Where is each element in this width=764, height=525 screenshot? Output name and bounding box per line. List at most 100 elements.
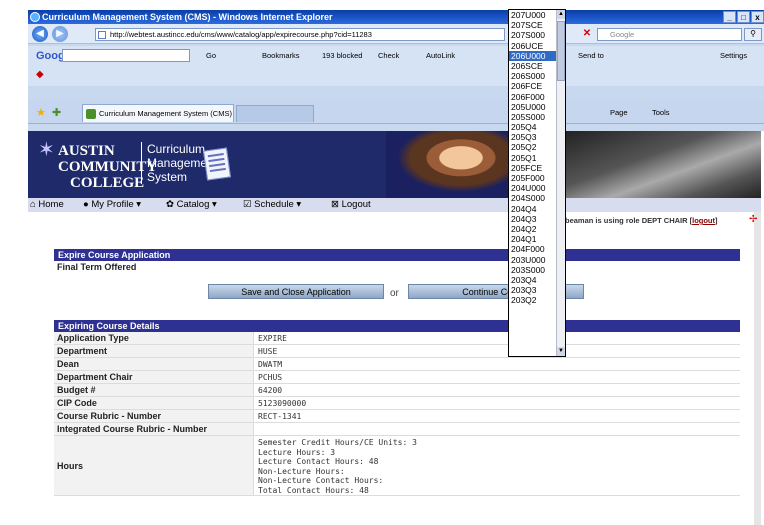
page-scrollbar[interactable]	[754, 212, 761, 525]
hours-line: Lecture Hours: 3	[258, 447, 336, 457]
detail-row: Department HUSE	[54, 345, 740, 358]
stop-icon[interactable]: ✕	[580, 28, 594, 41]
role-status: beaman is using role DEPT CHAIR [logout]	[565, 216, 718, 225]
search-input[interactable]: Google	[597, 28, 742, 41]
site-favicon-icon	[86, 109, 96, 119]
ie-icon	[30, 12, 40, 22]
final-term-dropdown[interactable]: 207U000 207SCE 207S000 206UCE 206U000 206SCE 2…	[508, 9, 566, 357]
settings-button[interactable]: Settings	[720, 46, 747, 66]
role-logout-link[interactable]: logout	[692, 216, 715, 225]
detail-label: Course Rubric - Number	[54, 410, 254, 422]
term-option[interactable]: 206F000	[509, 92, 557, 102]
autolink-button[interactable]: AutoLink	[426, 46, 455, 66]
term-option[interactable]: 204Q3	[509, 214, 557, 224]
detail-value: 5123090000	[258, 399, 307, 408]
term-option[interactable]: 205FCE	[509, 163, 557, 173]
addon-icon[interactable]: ◆	[36, 69, 44, 80]
detail-label: Integrated Course Rubric - Number	[54, 423, 254, 435]
menu-catalog[interactable]: ✿ Catalog ▾	[166, 198, 217, 212]
menu-schedule[interactable]: ☑ Schedule ▾	[243, 198, 301, 212]
term-option[interactable]: 207SCE	[509, 20, 557, 30]
detail-row: Budget # 64200	[54, 384, 740, 397]
page-menu-button[interactable]: Page	[610, 104, 628, 122]
term-option[interactable]: 204U000	[509, 183, 557, 193]
term-option[interactable]: 206SCE	[509, 61, 557, 71]
spellcheck-button[interactable]: Check	[378, 46, 399, 66]
term-option[interactable]: 206S000	[509, 71, 557, 81]
term-option[interactable]: 205F000	[509, 173, 557, 183]
term-option[interactable]: 205U000	[509, 102, 557, 112]
tools-menu-button[interactable]: Tools	[652, 104, 670, 122]
detail-row: Course Rubric - Number RECT-1341	[54, 410, 740, 423]
term-option[interactable]: 203Q2	[509, 295, 557, 305]
term-option[interactable]: 207S000	[509, 30, 557, 40]
term-option[interactable]: 206U000	[509, 50, 557, 61]
address-url: http://webtest.austincc.edu/cms/www/cata…	[110, 30, 372, 39]
term-option[interactable]: 203U000	[509, 255, 557, 265]
term-option[interactable]: 205Q3	[509, 132, 557, 142]
favorites-star-icon[interactable]: ★	[36, 106, 46, 119]
term-option[interactable]: 203Q4	[509, 275, 557, 285]
popup-blocked-button[interactable]: 193 blocked	[322, 46, 362, 66]
term-option[interactable]: 207U000	[509, 10, 557, 20]
menu-logout[interactable]: ⊠ Logout	[331, 198, 371, 212]
detail-value: RECT-1341	[258, 412, 302, 421]
term-option[interactable]: 205Q2	[509, 142, 557, 152]
new-tab-button[interactable]	[236, 105, 314, 122]
add-favorites-icon[interactable]: ✚	[52, 106, 61, 119]
or-text: or	[390, 288, 399, 299]
tab-cms[interactable]: Curriculum Management System (CMS)	[82, 104, 234, 122]
banner-photo	[386, 131, 511, 198]
dropdown-scrollbar[interactable]: ▲ ▼	[556, 10, 565, 356]
term-option[interactable]: 205Q1	[509, 153, 557, 163]
detail-value: PCHUS	[258, 373, 283, 382]
detail-label: Application Type	[54, 332, 254, 344]
hours-line: Non-Lecture Contact Hours:	[258, 476, 384, 486]
go-button[interactable]: Go	[206, 46, 216, 66]
term-option[interactable]: 205S000	[509, 112, 557, 122]
search-placeholder: Google	[610, 30, 635, 39]
google-search-input[interactable]	[62, 49, 190, 62]
back-arrow-icon[interactable]: ◀	[32, 26, 48, 42]
term-option[interactable]: 204Q1	[509, 234, 557, 244]
search-icon[interactable]: ⚲	[744, 28, 762, 41]
term-option[interactable]: 203S000	[509, 265, 557, 275]
scroll-thumb[interactable]	[557, 21, 565, 81]
term-option[interactable]: 203Q3	[509, 285, 557, 295]
hours-line: Lecture Contact Hours: 48	[258, 457, 379, 467]
menu-home[interactable]: ⌂ Home	[30, 198, 64, 212]
hours-value: Semester Credit Hours/CE Units: 3 Lecture…	[254, 436, 740, 495]
hours-label: Hours	[54, 436, 254, 495]
scroll-up-icon[interactable]: ▲	[557, 10, 565, 19]
forward-arrow-icon[interactable]: ▶	[52, 26, 68, 42]
detail-label: Dean	[54, 358, 254, 370]
term-option[interactable]: 206UCE	[509, 41, 557, 51]
term-option[interactable]: 204S000	[509, 193, 557, 203]
scroll-down-icon[interactable]: ▼	[557, 347, 565, 356]
detail-value: EXPIRE	[258, 334, 287, 343]
window-title: Curriculum Management System (CMS) - Win…	[42, 12, 333, 22]
expire-application-section: Expire Course Application Final Term Off…	[54, 249, 740, 274]
expiring-details-section: Expiring Course Details Application Type…	[54, 320, 740, 496]
bookmarks-button[interactable]: Bookmarks	[262, 46, 300, 66]
hours-line: Non-Lecture Hours:	[258, 466, 345, 476]
close-window-button[interactable]: x	[751, 11, 764, 23]
save-close-button[interactable]: Save and Close Application	[208, 284, 384, 299]
detail-label: Department	[54, 345, 254, 357]
maximize-button[interactable]: □	[737, 11, 750, 23]
detail-value: 64200	[258, 386, 283, 395]
banner-phone-image	[565, 131, 761, 198]
term-option[interactable]: 205Q4	[509, 122, 557, 132]
expiring-details-header: Expiring Course Details	[54, 320, 740, 332]
final-term-label: Final Term Offered	[54, 261, 454, 274]
minimize-button[interactable]: _	[723, 11, 736, 23]
address-bar[interactable]: http://webtest.austincc.edu/cms/www/cata…	[95, 28, 505, 41]
menu-my-profile[interactable]: ● My Profile ▾	[83, 198, 141, 212]
term-option[interactable]: 204Q2	[509, 224, 557, 234]
sendto-button[interactable]: Send to	[578, 46, 604, 66]
expire-application-header: Expire Course Application	[54, 249, 740, 261]
term-option[interactable]: 204F000	[509, 244, 557, 254]
term-option[interactable]: 204Q4	[509, 204, 557, 214]
term-option[interactable]: 206FCE	[509, 81, 557, 91]
detail-label: CIP Code	[54, 397, 254, 409]
